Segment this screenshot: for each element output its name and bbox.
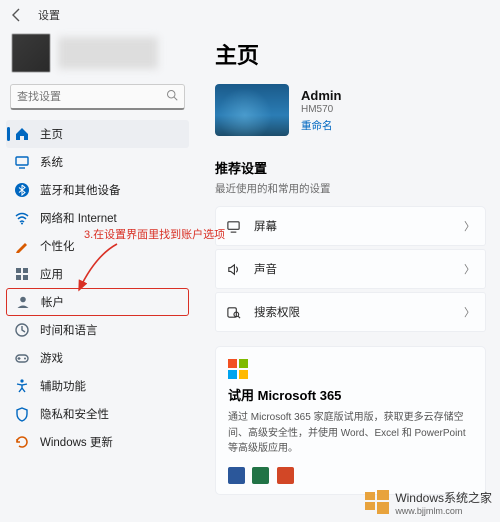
- sidebar-item-label: 时间和语言: [40, 322, 98, 338]
- bluetooth-icon: [14, 182, 30, 198]
- setting-label: 屏幕: [254, 218, 464, 234]
- sidebar-item-label: 帐户: [41, 294, 64, 310]
- sidebar-item-label: Windows 更新: [40, 434, 113, 450]
- sidebar-item-label: 辅助功能: [40, 378, 86, 394]
- promo-card: 试用 Microsoft 365 通过 Microsoft 365 家庭版试用版…: [215, 346, 486, 495]
- promo-description: 通过 Microsoft 365 家庭版试用版，获取更多云存储空间、高级安全性，…: [228, 410, 473, 457]
- setting-row-search-perm[interactable]: 搜索权限〉: [215, 292, 486, 332]
- chevron-right-icon: 〉: [464, 218, 475, 234]
- home-icon: [14, 126, 30, 142]
- sidebar: 主页系统蓝牙和其他设备网络和 Internet 个性化应用帐户时间和语言游戏辅助功…: [0, 30, 195, 522]
- system-icon: [14, 154, 30, 170]
- back-button[interactable]: [8, 6, 26, 24]
- wifi-icon: [14, 210, 30, 226]
- sidebar-item-label: 系统: [40, 154, 63, 170]
- sidebar-item-label: 网络和 Internet: [40, 210, 117, 226]
- user-card[interactable]: [6, 30, 189, 82]
- nav-list: 主页系统蓝牙和其他设备网络和 Internet 个性化应用帐户时间和语言游戏辅助功…: [6, 120, 189, 456]
- sidebar-item-bluetooth[interactable]: 蓝牙和其他设备: [6, 176, 189, 204]
- header-title: 设置: [38, 7, 60, 23]
- promo-title: 试用 Microsoft 365: [228, 385, 473, 404]
- setting-row-display[interactable]: 屏幕〉: [215, 206, 486, 246]
- gaming-icon: [14, 350, 30, 366]
- rename-link[interactable]: 重命名: [301, 118, 341, 133]
- account-row: Admin HM570 重命名: [215, 84, 486, 136]
- search-box[interactable]: [10, 84, 185, 110]
- sidebar-item-label: 主页: [40, 126, 63, 142]
- sidebar-item-account[interactable]: 帐户: [6, 288, 189, 316]
- account-name: Admin: [301, 88, 341, 103]
- sidebar-item-personalize[interactable]: 个性化: [6, 232, 189, 260]
- account-icon: [15, 294, 31, 310]
- apps-icon: [14, 266, 30, 282]
- search-input[interactable]: [17, 91, 166, 103]
- sidebar-item-label: 个性化: [40, 238, 75, 254]
- setting-label: 声音: [254, 261, 464, 277]
- sidebar-item-gaming[interactable]: 游戏: [6, 344, 189, 372]
- display-icon: [226, 219, 242, 234]
- word-icon: [228, 467, 245, 484]
- sidebar-item-privacy[interactable]: 隐私和安全性: [6, 400, 189, 428]
- sidebar-item-wifi[interactable]: 网络和 Internet: [6, 204, 189, 232]
- microsoft-logo-icon: [228, 359, 248, 379]
- sidebar-item-label: 隐私和安全性: [40, 406, 109, 422]
- sidebar-item-home[interactable]: 主页: [6, 120, 189, 148]
- chevron-right-icon: 〉: [464, 261, 475, 277]
- time-icon: [14, 322, 30, 338]
- sidebar-item-apps[interactable]: 应用: [6, 260, 189, 288]
- main-content: 主页 Admin HM570 重命名 推荐设置 最近使用的和常用的设置 屏幕〉声…: [195, 30, 500, 522]
- recommended-heading: 推荐设置: [215, 158, 486, 177]
- account-wallpaper: [215, 84, 289, 136]
- sound-icon: [226, 262, 242, 277]
- privacy-icon: [14, 406, 30, 422]
- setting-row-sound[interactable]: 声音〉: [215, 249, 486, 289]
- sidebar-item-label: 应用: [40, 266, 63, 282]
- sidebar-item-system[interactable]: 系统: [6, 148, 189, 176]
- powerpoint-icon: [277, 467, 294, 484]
- search-icon: [166, 89, 178, 104]
- user-name-blurred: [58, 37, 158, 69]
- sidebar-item-label: 蓝牙和其他设备: [40, 182, 121, 198]
- update-icon: [14, 434, 30, 450]
- sidebar-item-accessibility[interactable]: 辅助功能: [6, 372, 189, 400]
- sidebar-item-update[interactable]: Windows 更新: [6, 428, 189, 456]
- page-title: 主页: [215, 38, 486, 70]
- chevron-right-icon: 〉: [464, 304, 475, 320]
- recommended-subtitle: 最近使用的和常用的设置: [215, 181, 486, 196]
- avatar: [12, 34, 50, 72]
- setting-label: 搜索权限: [254, 304, 464, 320]
- personalize-icon: [14, 238, 30, 254]
- sidebar-item-time[interactable]: 时间和语言: [6, 316, 189, 344]
- accessibility-icon: [14, 378, 30, 394]
- excel-icon: [252, 467, 269, 484]
- search-perm-icon: [226, 305, 242, 320]
- sidebar-item-label: 游戏: [40, 350, 63, 366]
- promo-app-icons: [228, 467, 473, 484]
- account-device: HM570: [301, 104, 341, 115]
